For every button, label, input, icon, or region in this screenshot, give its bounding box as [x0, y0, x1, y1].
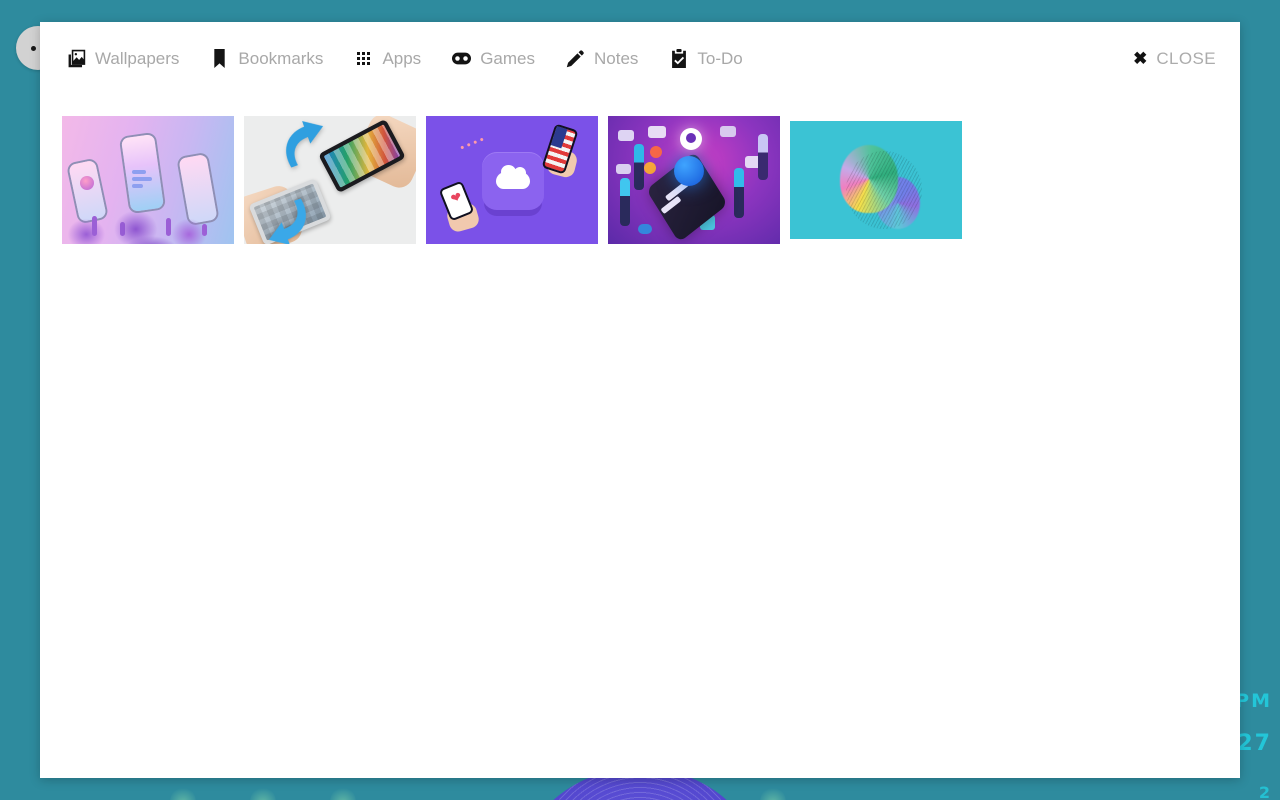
nav-item-games[interactable]: Games: [452, 49, 535, 69]
clock-date: 2: [1258, 783, 1272, 800]
nav-item-bookmarks[interactable]: Bookmarks: [210, 49, 323, 69]
wallpaper-thumb-2[interactable]: [244, 116, 416, 244]
wallpaper-glow: [170, 786, 196, 800]
nav-label: Bookmarks: [238, 48, 324, 68]
bookmark-icon: [210, 49, 229, 68]
close-label: CLOSE: [1156, 48, 1216, 68]
thumb-artwork: [62, 116, 234, 244]
nav-item-apps[interactable]: Apps: [354, 49, 421, 69]
thumb-artwork: [608, 116, 780, 244]
thumb-artwork: [790, 121, 962, 239]
panel-navbar: Wallpapers Bookmarks Apps Games Notes To…: [40, 22, 1240, 95]
wallpaper-glow: [760, 786, 786, 800]
clipboard-check-icon: [669, 49, 688, 68]
nav-item-wallpapers[interactable]: Wallpapers: [67, 49, 179, 69]
pencil-icon: [566, 49, 585, 68]
wallpaper-thumb-4[interactable]: [608, 116, 780, 244]
grid-dots-icon: [354, 49, 373, 68]
wallpapers-panel: Wallpapers Bookmarks Apps Games Notes To…: [40, 22, 1240, 778]
nav-item-todo[interactable]: To-Do: [669, 48, 743, 69]
handle-dot-icon: [31, 45, 36, 51]
close-button[interactable]: ✖ CLOSE: [1133, 49, 1216, 69]
wallpaper-thumb-5[interactable]: [790, 121, 962, 239]
thumb-artwork: ❤: [426, 116, 598, 244]
thumb-artwork: [244, 116, 416, 244]
wallpaper-glow: [330, 786, 356, 800]
images-icon: [67, 49, 86, 68]
wallpaper-thumb-3[interactable]: ❤: [426, 116, 598, 244]
nav-label: Games: [480, 48, 535, 68]
nav-item-notes[interactable]: Notes: [566, 49, 638, 69]
nav-label: Apps: [382, 48, 422, 68]
nav-label: Notes: [593, 48, 639, 68]
close-x-icon: ✖: [1133, 49, 1148, 68]
wallpaper-thumb-1[interactable]: [62, 116, 234, 244]
gamepad-icon: [452, 49, 472, 68]
wallpaper-thumbnail-grid: ❤: [40, 95, 1240, 244]
nav-label: Wallpapers: [95, 48, 180, 68]
nav-label: To-Do: [697, 48, 743, 68]
desktop: PM :27 2 Wallpapers Bookmarks Apps Games…: [0, 0, 1280, 800]
wallpaper-glow: [250, 786, 276, 800]
